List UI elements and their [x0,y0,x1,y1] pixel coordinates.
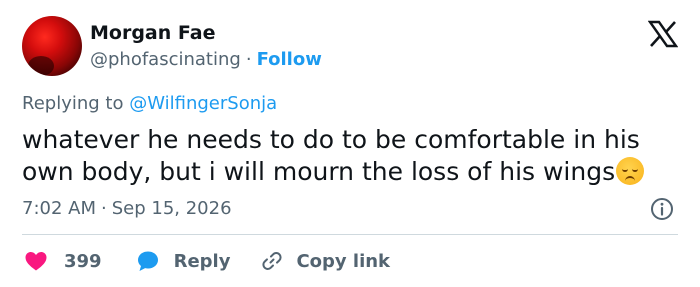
timestamp-separator: · [101,198,107,219]
tweet-date: Sep 15, 2026 [111,198,232,219]
reply-bubble-icon [137,251,158,271]
tweet-time: 7:02 AM [22,198,96,219]
action-bar: 399 Reply Copy link [24,246,390,276]
link-icon [262,252,283,270]
x-logo-icon[interactable] [648,20,678,48]
author-handle-row: @phofascinating · Follow [90,49,322,70]
reply-context: Replying to @WilfingerSonja [22,93,277,114]
reply-prefix: Replying to [22,93,124,114]
copy-link-label: Copy link [296,250,391,272]
follow-button[interactable]: Follow [257,49,322,70]
like-count: 399 [64,250,102,272]
handle-separator: · [245,49,252,70]
like-button[interactable]: 399 [24,249,102,273]
divider [22,234,678,235]
tweet-timestamp[interactable]: 7:02 AM · Sep 15, 2026 [22,198,232,219]
reply-label: Reply [173,250,231,272]
tweet-text: whatever he needs to do to be comfortabl… [22,125,640,186]
author-handle[interactable]: @phofascinating [90,49,241,70]
avatar[interactable] [22,16,82,76]
copy-link-button[interactable]: Copy link [260,249,390,273]
author-name[interactable]: Morgan Fae [90,22,215,44]
tweet-body: whatever he needs to do to be comfortabl… [22,124,672,188]
heart-icon [25,252,47,271]
reply-mention-link[interactable]: @WilfingerSonja [129,93,277,114]
reply-button[interactable]: Reply [136,249,231,273]
pensive-face-emoji [616,157,645,185]
info-icon[interactable] [650,197,674,221]
